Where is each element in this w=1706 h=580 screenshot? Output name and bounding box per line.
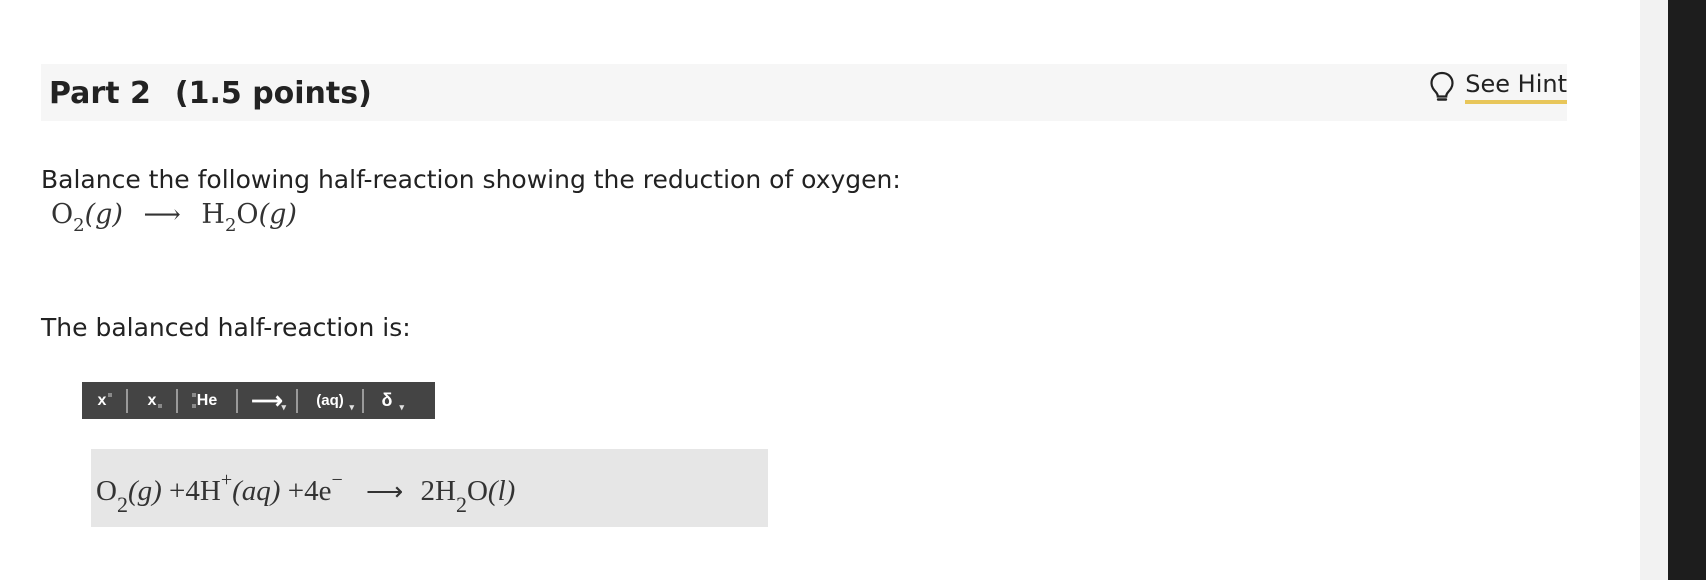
product-subscript: 2 bbox=[224, 215, 237, 236]
reactant-symbol: O bbox=[51, 199, 74, 230]
reaction-arrow: ⟶ bbox=[143, 200, 181, 230]
answer-e-term: 4e bbox=[304, 475, 332, 507]
subscript-label: x bbox=[147, 391, 157, 409]
answer-o-state: (g) bbox=[127, 475, 162, 507]
see-hint-link[interactable]: See Hint bbox=[1429, 70, 1567, 104]
answer-o-subscript: 2 bbox=[116, 492, 128, 517]
scroll-gutter bbox=[1640, 0, 1668, 580]
answer-arrow: ⟶ bbox=[365, 477, 404, 506]
see-hint-label[interactable]: See Hint bbox=[1465, 70, 1567, 104]
subscript-marker-icon bbox=[158, 404, 162, 408]
element-marker-bottom-icon bbox=[192, 404, 196, 408]
answer-plus-2: + bbox=[287, 475, 305, 507]
arrow-button[interactable]: ⟶ ▾ bbox=[248, 382, 286, 419]
toolbar-divider bbox=[236, 388, 238, 413]
balanced-equation: O2(g) +4H+(aq) +4e− ⟶ 2H2O(l) bbox=[96, 469, 515, 518]
part-name: Part 2 bbox=[49, 76, 151, 111]
arrow-label: ⟶ bbox=[251, 387, 283, 413]
element-label: He bbox=[196, 391, 218, 409]
superscript-marker-icon bbox=[108, 393, 112, 397]
element-button[interactable]: He bbox=[188, 382, 226, 419]
answer-water-o: O bbox=[466, 475, 488, 507]
state-label: (aq) bbox=[316, 392, 344, 409]
answer-water-h: 2H bbox=[420, 475, 456, 507]
page: Part 2 (1.5 points) See Hint Balance the … bbox=[0, 0, 1706, 580]
toolbar-divider bbox=[296, 388, 298, 413]
reactant-state: (g) bbox=[84, 199, 123, 230]
product-state: (g) bbox=[258, 199, 297, 230]
answer-h-charge: + bbox=[220, 469, 233, 491]
part-header: Part 2 (1.5 points) See Hint bbox=[41, 64, 1567, 121]
state-dropdown-icon: ▾ bbox=[349, 402, 354, 412]
superscript-button[interactable]: x bbox=[88, 382, 116, 419]
toolbar-divider bbox=[176, 388, 178, 413]
answer-plus-1: + bbox=[169, 475, 186, 507]
toolbar-divider bbox=[126, 388, 128, 413]
lightbulb-icon bbox=[1430, 71, 1454, 101]
answer-h-term: 4H bbox=[185, 475, 221, 507]
delta-label: δ bbox=[381, 390, 393, 410]
product-h-symbol: H bbox=[201, 199, 225, 230]
superscript-label: x bbox=[97, 391, 107, 409]
answer-water-subscript: 2 bbox=[455, 492, 467, 517]
answer-o-symbol: O bbox=[96, 475, 117, 507]
answer-h-state: (aq) bbox=[232, 475, 281, 507]
subscript-button[interactable]: x bbox=[138, 382, 166, 419]
state-button[interactable]: (aq) ▾ bbox=[308, 382, 354, 419]
part-points: (1.5 points) bbox=[174, 76, 372, 111]
delta-button[interactable]: δ ▾ bbox=[374, 382, 404, 419]
product-o-symbol: O bbox=[236, 199, 259, 230]
side-panel-strip bbox=[1668, 0, 1706, 580]
element-marker-top-icon bbox=[192, 393, 196, 397]
balanced-label: The balanced half-reaction is: bbox=[41, 313, 411, 342]
answer-input-box[interactable]: O2(g) +4H+(aq) +4e− ⟶ 2H2O(l) bbox=[91, 449, 768, 527]
answer-e-charge: − bbox=[331, 469, 343, 491]
answer-water-state: (l) bbox=[487, 475, 516, 507]
unbalanced-equation: O2(g) ⟶ H2O(g) bbox=[51, 199, 297, 236]
question-prompt: Balance the following half-reaction show… bbox=[41, 165, 901, 194]
chem-editor-toolbar: x x He ⟶ ▾ (aq) ▾ δ ▾ bbox=[82, 382, 435, 419]
arrow-dropdown-icon: ▾ bbox=[281, 402, 286, 412]
toolbar-divider bbox=[362, 388, 364, 413]
delta-dropdown-icon: ▾ bbox=[399, 402, 404, 412]
part-title: Part 2 (1.5 points) bbox=[49, 76, 372, 111]
reactant-subscript: 2 bbox=[73, 215, 85, 236]
